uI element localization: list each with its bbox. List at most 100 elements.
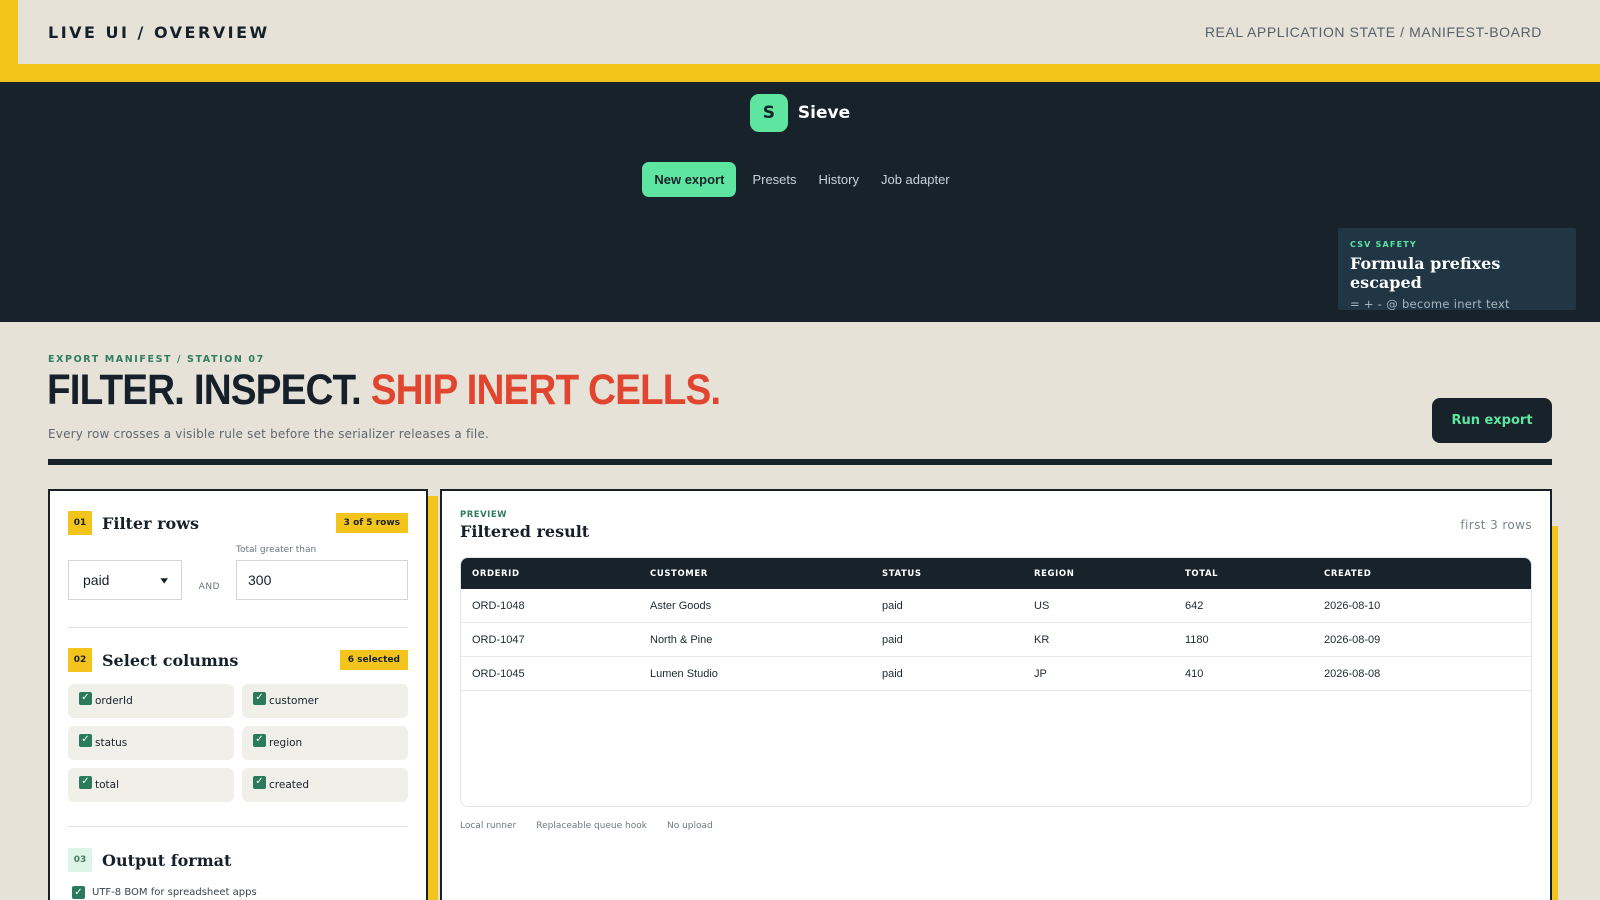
- column-header-region[interactable]: REGION: [1034, 569, 1185, 579]
- checkbox-checked-icon[interactable]: ✓: [253, 691, 266, 705]
- step-number: 02: [68, 648, 92, 672]
- column-toggle-region[interactable]: ✓ region: [242, 726, 408, 760]
- run-export-button[interactable]: Run export: [1432, 398, 1552, 443]
- app-name: Sieve: [797, 103, 851, 123]
- filter-rows-header: 01 Filter rows 3 of 5 rows: [68, 511, 408, 535]
- column-label: customer: [269, 695, 319, 707]
- step-number: 03: [68, 848, 92, 872]
- preview-row-limit: first 3 rows: [1460, 518, 1532, 532]
- footer-upload-label: No upload: [666, 821, 713, 831]
- section-divider: [68, 826, 408, 827]
- checkbox-checked-icon[interactable]: ✓: [79, 733, 92, 747]
- column-header-total[interactable]: TOTAL: [1185, 569, 1324, 579]
- total-field-group: Total greater than 300: [236, 545, 408, 600]
- config-panel: 01 Filter rows 3 of 5 rows paid ▼ AND To…: [48, 489, 428, 900]
- column-label: region: [269, 737, 303, 749]
- csv-safety-subtitle: = + - @ become inert text: [1350, 297, 1510, 311]
- cell-orderid: ORD-1047: [472, 633, 525, 646]
- hero-divider: [48, 459, 1552, 465]
- table-header: ORDERID CUSTOMER STATUS REGION TOTAL CRE…: [461, 558, 1531, 589]
- cell-total: 410: [1185, 667, 1204, 680]
- section-title: Output format: [102, 850, 232, 870]
- result-table: ORDERID CUSTOMER STATUS REGION TOTAL CRE…: [460, 557, 1532, 807]
- column-label: orderId: [95, 695, 133, 707]
- cell-status: paid: [882, 633, 903, 646]
- row-count-badge: 3 of 5 rows: [335, 513, 408, 533]
- section-title: Filter rows: [102, 513, 199, 533]
- top-strip: LIVE UI / OVERVIEW REAL APPLICATION STAT…: [0, 0, 1600, 82]
- csv-safety-card: CSV SAFETY Formula prefixes escaped = + …: [1338, 228, 1576, 311]
- checkbox-checked-icon[interactable]: ✓: [253, 775, 266, 789]
- status-select-value: paid: [83, 572, 110, 588]
- column-header-status[interactable]: STATUS: [882, 569, 1034, 579]
- cell-region: JP: [1034, 667, 1047, 680]
- app-header: S Sieve New export Presets History Job a…: [0, 82, 1600, 322]
- page-subtitle: Every row crosses a visible rule set bef…: [48, 427, 490, 441]
- select-columns-header: 02 Select columns 6 selected: [68, 648, 408, 672]
- preview-panel: PREVIEW Filtered result first 3 rows ORD…: [440, 489, 1552, 900]
- cell-customer: North & Pine: [650, 633, 713, 646]
- column-toggle-orderid[interactable]: ✓ orderId: [68, 684, 234, 718]
- top-strip-inner: LIVE UI / OVERVIEW REAL APPLICATION STAT…: [18, 0, 1600, 64]
- total-field-label: Total greater than: [236, 545, 317, 555]
- brand[interactable]: S Sieve: [0, 94, 1600, 132]
- section-divider: [68, 627, 408, 628]
- column-header-orderid[interactable]: ORDERID: [461, 569, 650, 579]
- manifest-kicker: EXPORT MANIFEST / STATION 07: [48, 354, 265, 365]
- column-toggle-total[interactable]: ✓ total: [68, 768, 234, 802]
- main-nav: New export Presets History Job adapter: [0, 162, 1600, 197]
- nav-new-export[interactable]: New export: [642, 162, 737, 197]
- table-row[interactable]: ORD-1047 North & Pine paid KR 1180 2026-…: [461, 623, 1531, 657]
- page-title: FILTER. INSPECT. SHIP INERT CELLS.: [47, 366, 721, 415]
- table-row[interactable]: ORD-1048 Aster Goods paid US 642 2026-08…: [461, 589, 1531, 623]
- filter-controls: paid ▼ AND Total greater than 300: [68, 545, 408, 600]
- checkbox-checked-icon[interactable]: ✓: [253, 733, 266, 747]
- select-columns-section: 02 Select columns 6 selected ✓ orderId ✓ c…: [50, 648, 426, 802]
- csv-safety-title: Formula prefixes escaped: [1350, 254, 1501, 292]
- table-row[interactable]: ORD-1045 Lumen Studio paid JP 410 2026-0…: [461, 657, 1531, 691]
- preview-title: Filtered result: [460, 522, 590, 541]
- cell-orderid: ORD-1045: [472, 667, 525, 680]
- app-state-label: REAL APPLICATION STATE / MANIFEST-BOARD: [1204, 24, 1542, 40]
- output-format-header: 03 Output format: [68, 848, 408, 872]
- column-toggle-created[interactable]: ✓ created: [242, 768, 408, 802]
- page-title-accent: SHIP INERT CELLS.: [370, 366, 721, 414]
- checkbox-checked-icon[interactable]: ✓: [72, 886, 85, 899]
- checkbox-checked-icon[interactable]: ✓: [79, 775, 92, 789]
- column-label: status: [95, 737, 128, 749]
- status-select[interactable]: paid ▼: [68, 560, 182, 600]
- column-header-customer[interactable]: CUSTOMER: [650, 569, 882, 579]
- cell-customer: Aster Goods: [650, 599, 712, 612]
- page-context-title: LIVE UI / OVERVIEW: [48, 22, 270, 42]
- cell-customer: Lumen Studio: [650, 667, 718, 680]
- page-title-dark: FILTER. INSPECT.: [47, 366, 362, 414]
- section-title: Select columns: [102, 650, 239, 670]
- cell-created: 2026-08-10: [1324, 599, 1381, 612]
- cell-created: 2026-08-09: [1324, 633, 1381, 646]
- panel-accent-bar: [428, 496, 438, 900]
- column-header-created[interactable]: CREATED: [1324, 569, 1524, 579]
- column-toggle-status[interactable]: ✓ status: [68, 726, 234, 760]
- column-checkbox-grid: ✓ orderId ✓ customer ✓ status ✓ region ✓ tota…: [68, 684, 408, 802]
- chevron-down-icon: ▼: [157, 574, 171, 586]
- column-label: created: [269, 779, 309, 791]
- column-toggle-customer[interactable]: ✓ customer: [242, 684, 408, 718]
- and-joiner: AND: [198, 582, 220, 592]
- cell-region: US: [1034, 599, 1050, 612]
- cell-total: 642: [1185, 599, 1204, 612]
- checkbox-checked-icon[interactable]: ✓: [79, 691, 92, 705]
- footer-queue-label: Replaceable queue hook: [536, 821, 647, 831]
- preview-kicker: PREVIEW: [460, 510, 508, 520]
- cell-status: paid: [882, 667, 903, 680]
- bom-option[interactable]: ✓ UTF-8 BOM for spreadsheet apps: [68, 886, 408, 899]
- cell-status: paid: [882, 599, 903, 612]
- cell-region: KR: [1034, 633, 1050, 646]
- bom-option-label: UTF-8 BOM for spreadsheet apps: [92, 887, 257, 898]
- logo-icon: S: [749, 94, 788, 132]
- output-format-section: 03 Output format ✓ UTF-8 BOM for spreads…: [50, 848, 426, 899]
- total-input[interactable]: 300: [236, 560, 408, 600]
- filter-rows-section: 01 Filter rows 3 of 5 rows paid ▼ AND To…: [50, 511, 426, 600]
- nav-history[interactable]: History: [811, 162, 867, 197]
- nav-job-adapter[interactable]: Job adapter: [873, 162, 958, 197]
- nav-presets[interactable]: Presets: [744, 162, 804, 197]
